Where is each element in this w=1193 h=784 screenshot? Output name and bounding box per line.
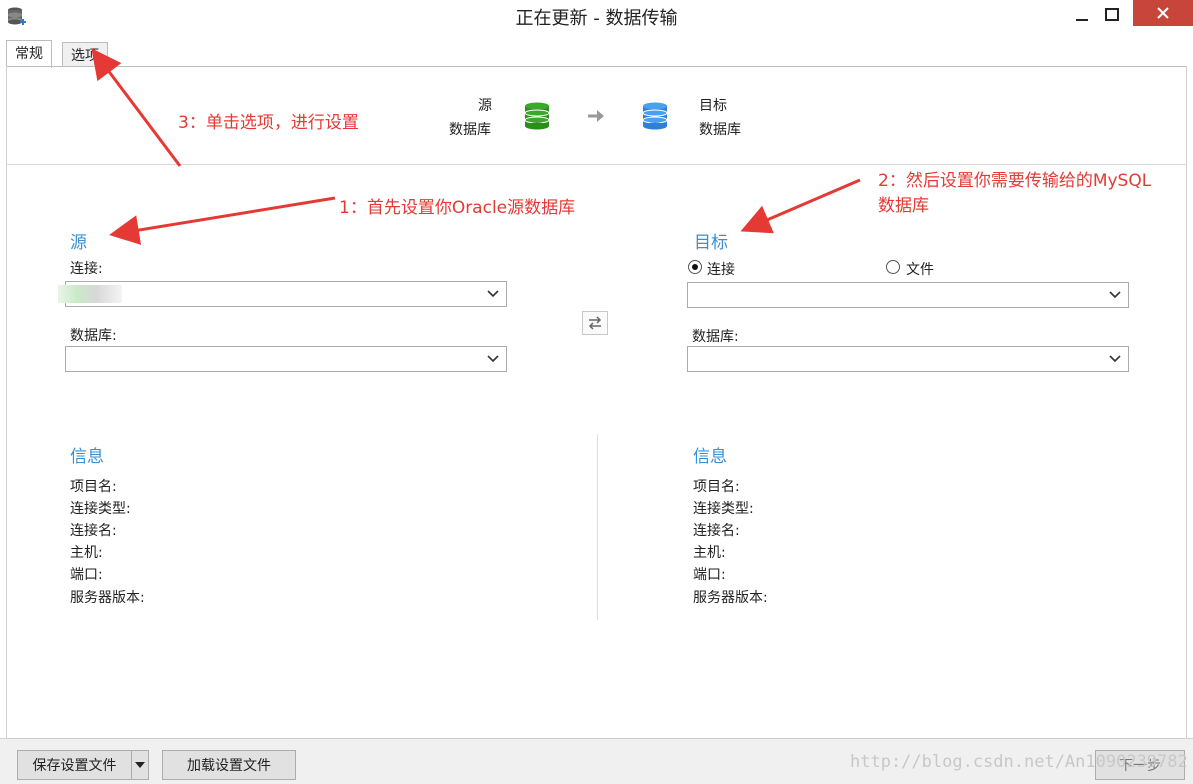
annotation-step-2-cont: 数据库 [878, 196, 929, 216]
annotation-step-2: 2：然后设置你需要传输给的MySQL [878, 171, 1152, 191]
arrow-to-target [740, 178, 861, 234]
annotation-step-1: 1：首先设置你Oracle源数据库 [339, 198, 576, 218]
arrow-to-source [109, 196, 336, 245]
annotation-step-3: 3：单击选项，进行设置 [178, 113, 359, 133]
arrow-to-options-tab [91, 48, 182, 167]
